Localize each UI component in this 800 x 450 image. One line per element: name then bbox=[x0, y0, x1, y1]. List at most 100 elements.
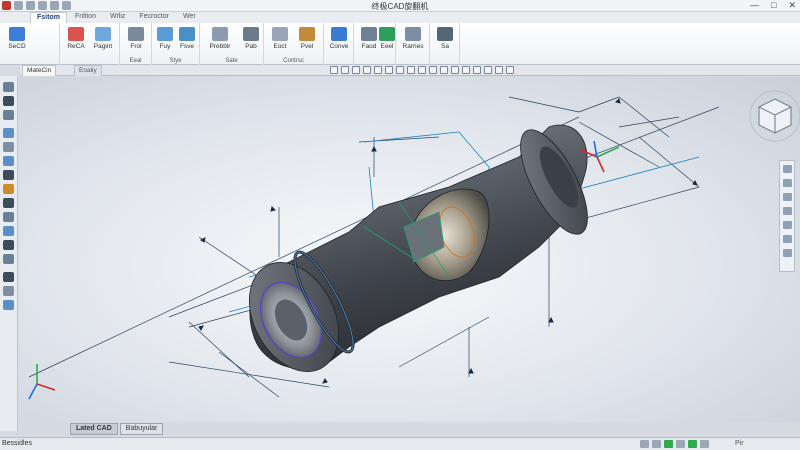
window-controls: — □ ✕ bbox=[750, 0, 796, 11]
conve-button[interactable]: Conve bbox=[326, 27, 352, 50]
pagint-icon bbox=[95, 27, 111, 41]
rarries-button[interactable]: Rarries bbox=[400, 27, 426, 50]
part-body[interactable] bbox=[231, 120, 600, 387]
frol-button[interactable]: Frol bbox=[123, 27, 149, 50]
eoct-button[interactable]: Eoct bbox=[267, 27, 293, 50]
pvel-button[interactable]: Pvel bbox=[294, 27, 320, 50]
tab-fecroctor[interactable]: Fecroctor bbox=[133, 12, 175, 23]
line-tool-icon[interactable] bbox=[3, 96, 14, 106]
xyz-triad-icon bbox=[28, 364, 56, 400]
rarries-icon bbox=[405, 27, 421, 41]
eoct-icon bbox=[272, 27, 288, 41]
ortho-toggle-icon[interactable] bbox=[664, 440, 673, 448]
view-tool-icon-10[interactable] bbox=[429, 66, 437, 74]
sa-icon bbox=[437, 27, 453, 41]
ribbon-group-2: ReCA Pagint bbox=[60, 23, 120, 65]
mirror-tool-icon[interactable] bbox=[3, 212, 14, 222]
bottom-tab-strip: Lated CAD Babuyular bbox=[70, 423, 164, 435]
left-toolbar bbox=[0, 76, 18, 431]
tab-fnltion[interactable]: Fnltion bbox=[69, 12, 102, 23]
maximize-button[interactable]: □ bbox=[771, 0, 776, 11]
view-tool-icon-12[interactable] bbox=[451, 66, 459, 74]
ribbon-group-6: Eoct Pvel Contrsc bbox=[264, 23, 324, 65]
view-tool-icon-16[interactable] bbox=[495, 66, 503, 74]
select-tool-icon[interactable] bbox=[3, 82, 14, 92]
3d-viewport[interactable] bbox=[19, 77, 800, 422]
minimize-button[interactable]: — bbox=[750, 0, 759, 11]
rect-tool-icon[interactable] bbox=[3, 110, 14, 120]
prebblr-button[interactable]: Prebblr bbox=[204, 27, 236, 50]
circle-tool-icon[interactable] bbox=[3, 128, 14, 138]
view-tool-icon-3[interactable] bbox=[352, 66, 360, 74]
fsve-icon bbox=[179, 27, 195, 41]
zoom-fit-icon[interactable] bbox=[783, 207, 792, 215]
reca-button[interactable]: ReCA bbox=[63, 27, 89, 50]
arc-tool-icon[interactable] bbox=[3, 142, 14, 152]
osnap-toggle-icon[interactable] bbox=[688, 440, 697, 448]
view-tool-icon-4[interactable] bbox=[363, 66, 371, 74]
view-tool-icon-11[interactable] bbox=[440, 66, 448, 74]
doc-tab-matecin[interactable]: MateCin bbox=[22, 65, 57, 76]
orbit-icon[interactable] bbox=[783, 165, 792, 173]
pagint-button[interactable]: Pagint bbox=[90, 27, 116, 50]
prebblr-icon bbox=[212, 27, 228, 41]
tab-fsitom[interactable]: Fsitom bbox=[30, 12, 67, 23]
view-tool-icon-7[interactable] bbox=[396, 66, 404, 74]
view-tool-icon-8[interactable] bbox=[407, 66, 415, 74]
view-tool-icon-15[interactable] bbox=[484, 66, 492, 74]
doc-tab-eoaliy[interactable]: Eoaliy bbox=[74, 65, 102, 76]
sa-button[interactable]: Sa bbox=[432, 27, 458, 50]
reca-icon bbox=[68, 27, 84, 41]
fillet-tool-icon[interactable] bbox=[3, 272, 14, 282]
offset-tool-icon[interactable] bbox=[3, 198, 14, 208]
walk-icon[interactable] bbox=[783, 235, 792, 243]
extrude-tool-icon[interactable] bbox=[3, 240, 14, 250]
steering-wheel-icon[interactable] bbox=[783, 249, 792, 257]
ribbon-group-3: Frol Eeal bbox=[120, 23, 152, 65]
bottom-tab-lated-cad[interactable]: Lated CAD bbox=[70, 423, 118, 435]
conve-icon bbox=[331, 27, 347, 41]
pan-icon[interactable] bbox=[783, 179, 792, 187]
hole-tool-icon[interactable] bbox=[3, 300, 14, 310]
view-tool-icon-1[interactable] bbox=[330, 66, 338, 74]
grid-toggle-icon[interactable] bbox=[640, 440, 649, 448]
tab-wrliz[interactable]: Wrliz bbox=[104, 12, 131, 23]
model-canvas[interactable] bbox=[19, 77, 800, 422]
chamfer-tool-icon[interactable] bbox=[3, 286, 14, 296]
viewcube-icon[interactable] bbox=[749, 90, 800, 142]
pab-button[interactable]: Pab bbox=[238, 27, 264, 50]
trim-tool-icon[interactable] bbox=[3, 170, 14, 180]
frol-icon bbox=[128, 27, 144, 41]
tab-wer[interactable]: Wer bbox=[177, 12, 202, 23]
revolve-tool-icon[interactable] bbox=[3, 254, 14, 264]
dimension-tool-icon[interactable] bbox=[3, 184, 14, 194]
fsve-button[interactable]: Fsve bbox=[174, 27, 200, 50]
view-tool-icon-9[interactable] bbox=[418, 66, 426, 74]
ribbon-group-4: Fuy Fsve Stye bbox=[152, 23, 200, 65]
status-icons bbox=[640, 440, 709, 448]
polar-toggle-icon[interactable] bbox=[676, 440, 685, 448]
close-button[interactable]: ✕ bbox=[788, 0, 796, 11]
ribbon-tab-strip: Fsitom Fnltion Wrliz Fecroctor Wer bbox=[0, 12, 800, 23]
ribbon-group-8: Faod Eeel bbox=[354, 23, 396, 65]
view-tool-icon-14[interactable] bbox=[473, 66, 481, 74]
zoom-icon[interactable] bbox=[783, 193, 792, 201]
view-tool-icon-2[interactable] bbox=[341, 66, 349, 74]
ribbon-group-9: Rarries bbox=[396, 23, 430, 65]
snap-toggle-icon[interactable] bbox=[652, 440, 661, 448]
view-toolbar bbox=[330, 66, 514, 74]
secd-button[interactable]: SeCD bbox=[4, 27, 30, 50]
spline-tool-icon[interactable] bbox=[3, 156, 14, 166]
ribbon-group-10: Sa bbox=[430, 23, 460, 65]
pattern-tool-icon[interactable] bbox=[3, 226, 14, 236]
view-tool-icon-13[interactable] bbox=[462, 66, 470, 74]
bottom-tab-babuyular[interactable]: Babuyular bbox=[119, 423, 164, 435]
group-label-contrsc: Contrsc bbox=[283, 58, 304, 64]
status-right-text: Pir bbox=[735, 440, 744, 447]
otrack-toggle-icon[interactable] bbox=[700, 440, 709, 448]
view-tool-icon-17[interactable] bbox=[506, 66, 514, 74]
view-tool-icon-5[interactable] bbox=[374, 66, 382, 74]
look-at-icon[interactable] bbox=[783, 221, 792, 229]
right-toolbar bbox=[779, 160, 795, 272]
view-tool-icon-6[interactable] bbox=[385, 66, 393, 74]
